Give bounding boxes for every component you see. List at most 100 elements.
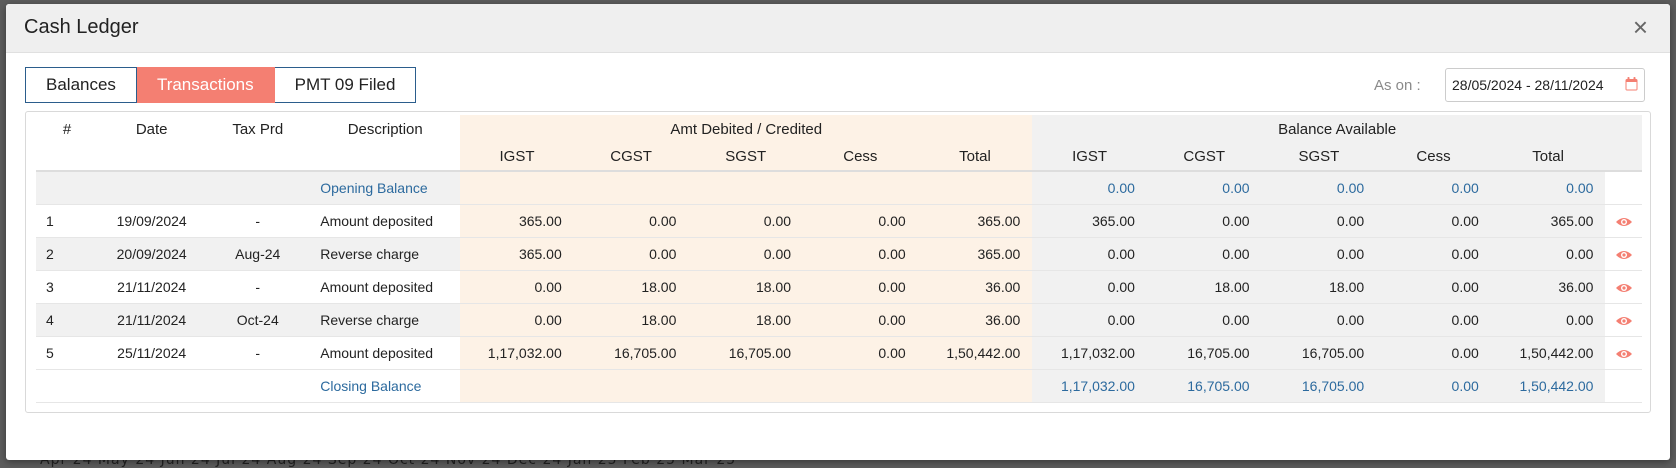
closing-cgst: 16,705.00 — [1146, 369, 1262, 403]
as-on-label: As on : — [1374, 77, 1421, 94]
table-row: 3 21/11/2024 - Amount deposited 0.00 18.… — [36, 270, 1642, 304]
opening-cess: 0.00 — [1376, 171, 1491, 205]
row-bal-cgst: 0.00 — [1146, 237, 1262, 271]
tab-balances[interactable]: Balances — [25, 67, 137, 103]
row-bal-cess: 0.00 — [1376, 303, 1491, 337]
cash-ledger-modal: Cash Ledger × Balances Transactions PMT … — [6, 4, 1670, 460]
row-bal-sgst: 18.00 — [1261, 270, 1377, 304]
group-header-amt-debited-credited: Amt Debited / Credited — [460, 115, 1033, 143]
row-amt-cgst: 18.00 — [573, 270, 689, 304]
date-range-picker[interactable]: 28/05/2024 - 28/11/2024 — [1445, 68, 1645, 102]
row-amt-igst: 365.00 — [460, 237, 574, 271]
col-header-amt-cgst: CGST — [573, 143, 689, 172]
row-bal-igst: 0.00 — [1032, 237, 1147, 271]
row-amt-cess: 0.00 — [803, 204, 918, 238]
row-amt-igst: 0.00 — [460, 270, 574, 304]
row-num: 1 — [36, 204, 99, 238]
row-amt-cgst: 18.00 — [573, 303, 689, 337]
table-row: 2 20/09/2024 Aug-24 Reverse charge 365.0… — [36, 237, 1642, 271]
opening-igst: 0.00 — [1032, 171, 1147, 205]
row-description: Reverse charge — [310, 237, 461, 271]
row-amt-igst: 1,17,032.00 — [460, 336, 574, 370]
row-tax-prd: - — [205, 204, 311, 238]
row-bal-igst: 1,17,032.00 — [1032, 336, 1147, 370]
row-amt-total: 1,50,442.00 — [917, 336, 1033, 370]
row-bal-sgst: 0.00 — [1261, 303, 1377, 337]
row-amt-cess: 0.00 — [803, 336, 918, 370]
row-amt-cess: 0.00 — [803, 303, 918, 337]
row-bal-total: 36.00 — [1490, 270, 1606, 304]
closing-cess: 0.00 — [1376, 369, 1491, 403]
tab-transactions[interactable]: Transactions — [136, 67, 275, 103]
col-header-bal-igst: IGST — [1032, 143, 1147, 172]
row-bal-total: 0.00 — [1490, 237, 1606, 271]
tab-pmt-09-filed[interactable]: PMT 09 Filed — [274, 67, 417, 103]
close-icon[interactable]: × — [1633, 14, 1648, 40]
row-tax-prd: Oct-24 — [205, 303, 311, 337]
row-bal-total: 0.00 — [1490, 303, 1606, 337]
col-header-amt-cess: Cess — [803, 143, 918, 172]
row-date: 21/11/2024 — [98, 270, 206, 304]
table-row: 5 25/11/2024 - Amount deposited 1,17,032… — [36, 336, 1642, 370]
row-tax-prd: - — [205, 270, 311, 304]
row-amt-sgst: 0.00 — [688, 204, 804, 238]
row-bal-cess: 0.00 — [1376, 336, 1491, 370]
col-header-bal-total: Total — [1490, 143, 1606, 172]
row-amt-cess: 0.00 — [803, 237, 918, 271]
row-tax-prd: - — [205, 336, 311, 370]
row-amt-sgst: 18.00 — [688, 270, 804, 304]
row-bal-sgst: 16,705.00 — [1261, 336, 1377, 370]
row-bal-cgst: 0.00 — [1146, 204, 1262, 238]
row-bal-igst: 0.00 — [1032, 303, 1147, 337]
row-description: Reverse charge — [310, 303, 461, 337]
group-header-balance-available: Balance Available — [1032, 115, 1642, 143]
row-amt-igst: 365.00 — [460, 204, 574, 238]
row-description: Amount deposited — [310, 336, 461, 370]
row-num: 4 — [36, 303, 99, 337]
row-bal-cess: 0.00 — [1376, 237, 1491, 271]
row-bal-total: 365.00 — [1490, 204, 1606, 238]
eye-icon[interactable] — [1615, 348, 1633, 360]
row-bal-sgst: 0.00 — [1261, 237, 1377, 271]
row-date: 25/11/2024 — [98, 336, 206, 370]
calendar-icon[interactable] — [1625, 77, 1638, 91]
table-row: 1 19/09/2024 - Amount deposited 365.00 0… — [36, 204, 1642, 238]
col-header-amt-total: Total — [917, 143, 1033, 172]
eye-icon[interactable] — [1615, 216, 1633, 228]
col-header-tax-prd: Tax Prd — [232, 120, 284, 138]
opening-balance-label: Opening Balance — [310, 171, 461, 205]
row-bal-cess: 0.00 — [1376, 270, 1491, 304]
opening-total: 0.00 — [1490, 171, 1606, 205]
row-description: Amount deposited — [310, 204, 461, 238]
eye-icon[interactable] — [1615, 315, 1633, 327]
row-bal-cgst: 0.00 — [1146, 303, 1262, 337]
row-num: 2 — [36, 237, 99, 271]
ledger-table: # Date Tax Prd Description Amt Debited /… — [36, 115, 1642, 403]
col-header-bal-cgst: CGST — [1146, 143, 1262, 172]
row-amt-cgst: 0.00 — [573, 204, 689, 238]
col-header-num: # — [62, 120, 72, 138]
eye-icon[interactable] — [1615, 282, 1633, 294]
date-range-value: 28/05/2024 - 28/11/2024 — [1452, 77, 1604, 93]
row-bal-igst: 0.00 — [1032, 270, 1147, 304]
table-row: 4 21/11/2024 Oct-24 Reverse charge 0.00 … — [36, 303, 1642, 337]
row-date: 19/09/2024 — [98, 204, 206, 238]
col-header-amt-sgst: SGST — [688, 143, 804, 172]
eye-icon[interactable] — [1615, 249, 1633, 261]
row-date: 21/11/2024 — [98, 303, 206, 337]
row-amt-total: 36.00 — [917, 303, 1033, 337]
col-header-bal-cess: Cess — [1376, 143, 1491, 172]
row-bal-cess: 0.00 — [1376, 204, 1491, 238]
row-amt-cgst: 0.00 — [573, 237, 689, 271]
closing-igst: 1,17,032.00 — [1032, 369, 1147, 403]
col-header-date: Date — [135, 120, 168, 138]
row-num: 5 — [36, 336, 99, 370]
row-amt-cgst: 16,705.00 — [573, 336, 689, 370]
col-header-description: Description — [347, 120, 423, 138]
row-bal-sgst: 0.00 — [1261, 204, 1377, 238]
row-amt-igst: 0.00 — [460, 303, 574, 337]
row-tax-prd: Aug-24 — [205, 237, 311, 271]
row-amt-sgst: 18.00 — [688, 303, 804, 337]
closing-total: 1,50,442.00 — [1490, 369, 1606, 403]
row-amt-cess: 0.00 — [803, 270, 918, 304]
